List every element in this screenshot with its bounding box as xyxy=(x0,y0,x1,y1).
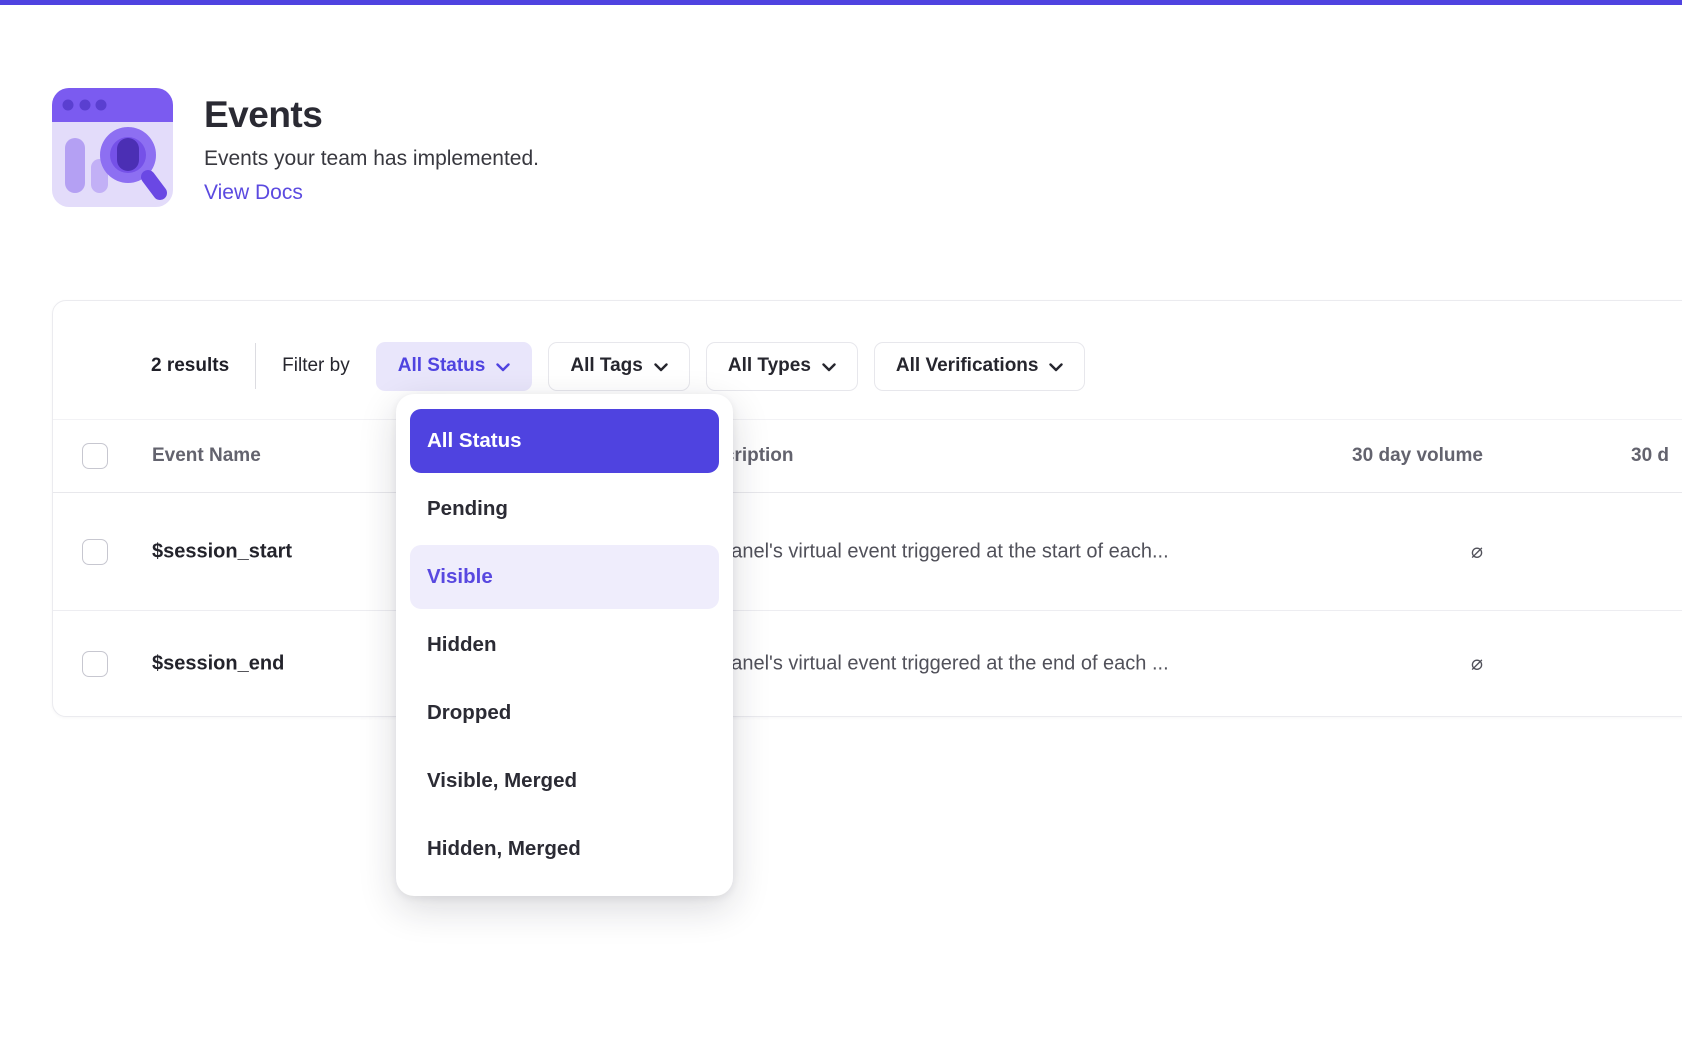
column-header-truncated: 30 d xyxy=(1631,445,1669,467)
dropdown-item-hidden-merged[interactable]: Hidden, Merged xyxy=(410,817,719,881)
row-checkbox[interactable] xyxy=(82,539,108,565)
filter-all-tags-button[interactable]: All Tags xyxy=(548,342,690,391)
column-header-30-day-volume: 30 day volume xyxy=(1281,445,1483,467)
event-description: Mixpanel's virtual event triggered at th… xyxy=(689,653,1169,676)
chevron-down-icon xyxy=(822,363,836,372)
dropdown-item-visible[interactable]: Visible xyxy=(410,545,719,609)
row-checkbox[interactable] xyxy=(82,651,108,677)
page-title: Events xyxy=(204,94,322,136)
toolbar-divider xyxy=(255,343,256,389)
page-subtitle: Events your team has implemented. xyxy=(204,147,539,171)
dropdown-item-hidden[interactable]: Hidden xyxy=(410,613,719,677)
view-docs-link[interactable]: View Docs xyxy=(204,181,303,205)
event-name[interactable]: $session_end xyxy=(152,653,284,676)
filter-group: All Status All Tags All Types xyxy=(376,342,1086,391)
filter-all-status-button[interactable]: All Status xyxy=(376,342,533,391)
filter-all-status-label: All Status xyxy=(398,355,486,377)
filter-all-types-button[interactable]: All Types xyxy=(706,342,858,391)
dropdown-item-visible-merged[interactable]: Visible, Merged xyxy=(410,749,719,813)
dropdown-item-pending[interactable]: Pending xyxy=(410,477,719,541)
filter-by-label: Filter by xyxy=(282,355,350,377)
chevron-down-icon xyxy=(1049,363,1063,372)
column-header-event-name: Event Name xyxy=(152,445,261,467)
chevron-down-icon xyxy=(654,363,668,372)
event-30-day-volume: ∅ xyxy=(1281,540,1483,564)
status-filter-dropdown: All Status Pending Visible Hidden Droppe… xyxy=(396,394,733,896)
event-description: Mixpanel's virtual event triggered at th… xyxy=(689,540,1169,563)
dropdown-item-dropped[interactable]: Dropped xyxy=(410,681,719,745)
filter-all-tags-label: All Tags xyxy=(570,355,643,377)
filter-all-verifications-label: All Verifications xyxy=(896,355,1039,377)
filter-all-types-label: All Types xyxy=(728,355,811,377)
table-row[interactable]: $session_start Mixpanel's virtual event … xyxy=(53,493,1682,611)
event-30-day-volume: ∅ xyxy=(1281,652,1483,676)
events-lexicon-icon xyxy=(52,88,173,207)
dropdown-item-all-status[interactable]: All Status xyxy=(410,409,719,473)
top-accent-bar xyxy=(0,0,1682,5)
filter-all-verifications-button[interactable]: All Verifications xyxy=(874,342,1086,391)
table-header-row: Event Name Description 30 day volume 30 … xyxy=(53,419,1682,493)
results-count: 2 results xyxy=(151,355,229,377)
filter-toolbar: 2 results Filter by All Status All Tags xyxy=(151,341,1085,391)
table-row[interactable]: $session_end Mixpanel's virtual event tr… xyxy=(53,611,1682,717)
events-card: 2 results Filter by All Status All Tags xyxy=(52,300,1682,717)
events-page: Events Events your team has implemented.… xyxy=(0,0,1682,1046)
select-all-checkbox[interactable] xyxy=(82,443,108,469)
event-name[interactable]: $session_start xyxy=(152,540,292,563)
chevron-down-icon xyxy=(496,363,510,372)
